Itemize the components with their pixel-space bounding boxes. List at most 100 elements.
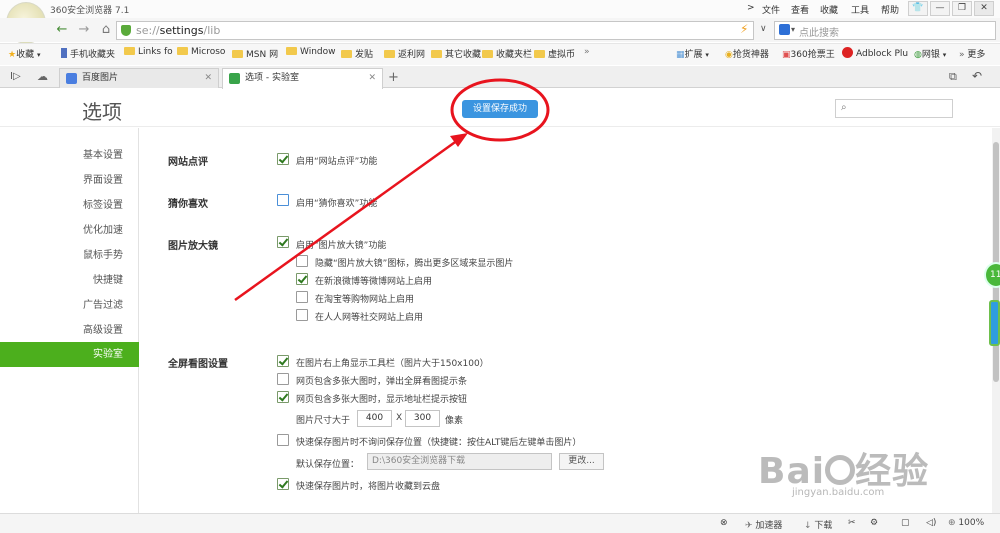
close-tab-icon[interactable]: ✕ bbox=[204, 69, 212, 87]
fullscreen-prompt-label: 网页包含多张大图时，弹出全屏看图提示条 bbox=[296, 377, 468, 387]
options-search-input[interactable]: ⌕ bbox=[835, 99, 953, 118]
unit-label: 像素 bbox=[445, 416, 464, 426]
undo-close-icon[interactable]: ↶ bbox=[972, 69, 982, 83]
side-widget-icon[interactable] bbox=[989, 300, 1000, 346]
sidebar-item-basic[interactable]: 基本设置 bbox=[0, 143, 139, 168]
bookmark-crypto[interactable]: 虚拟币 bbox=[534, 47, 575, 60]
ext-360-ticket[interactable]: ▣360抢票王 bbox=[782, 47, 835, 60]
magnifier-social-label: 在人人网等社交网站上启用 bbox=[315, 313, 424, 323]
bookmark-other[interactable]: 其它收藏 bbox=[431, 47, 481, 60]
menu-file[interactable]: 文件 bbox=[762, 3, 780, 16]
sidebar-item-lab[interactable]: 实验室 bbox=[0, 342, 139, 367]
height-input[interactable]: 300 bbox=[405, 410, 440, 427]
sound-icon[interactable]: ◁) bbox=[926, 518, 936, 528]
status-image-icon[interactable]: ▢ bbox=[901, 518, 910, 528]
tab-list-icon[interactable]: ⧉ bbox=[949, 70, 957, 84]
menu-tools[interactable]: 工具 bbox=[851, 3, 869, 16]
search-icon: ⌕ bbox=[841, 102, 847, 113]
sidebar-item-optimize[interactable]: 优化加速 bbox=[0, 218, 139, 243]
status-tool-icon[interactable]: ✂ bbox=[848, 518, 856, 528]
watermark-url: jingyan.baidu.com bbox=[792, 487, 885, 498]
sidebar-item-gestures[interactable]: 鼠标手势 bbox=[0, 243, 139, 268]
sidebar-item-tabs[interactable]: 标签设置 bbox=[0, 193, 139, 218]
address-hint-label: 网页包含多张大图时，显示地址栏提示按钮 bbox=[296, 395, 468, 405]
magnifier-hide-icon-label: 隐藏“图片放大镜”图标，腾出更多区域来显示图片 bbox=[315, 259, 514, 269]
annotation-arrow-head bbox=[450, 133, 468, 147]
speed-ball-icon[interactable]: 11 bbox=[984, 262, 1000, 288]
bookmark-links[interactable]: Links fo bbox=[124, 47, 173, 57]
toolbar-checkbox[interactable] bbox=[277, 355, 289, 367]
extensions-menu[interactable]: ▦扩展 ▾ bbox=[676, 47, 709, 60]
ext-netbank[interactable]: ◍网银 ▾ bbox=[914, 47, 946, 60]
engine-dropdown-icon[interactable]: ▾ bbox=[791, 25, 795, 34]
accelerator-button[interactable]: ✈ 加速器 bbox=[745, 518, 782, 531]
menu-view[interactable]: 查看 bbox=[791, 3, 809, 16]
section-title-guess: 猜你喜欢 bbox=[168, 199, 208, 210]
title-bar bbox=[0, 0, 1000, 18]
sidebar-item-interface[interactable]: 界面设置 bbox=[0, 168, 139, 193]
magnifier-shopping-label: 在淘宝等购物网站上启用 bbox=[315, 295, 415, 305]
default-path-input[interactable]: D:\360安全浏览器下载 bbox=[367, 453, 552, 470]
tab-options-lab[interactable]: 选项 - 实验室 ✕ bbox=[222, 68, 383, 89]
bookmark-msn[interactable]: MSN 网 bbox=[232, 47, 278, 60]
sidebar-item-adfilter[interactable]: 广告过滤 bbox=[0, 293, 139, 318]
tab-baidu-images[interactable]: 百度图片 ✕ bbox=[59, 68, 219, 88]
download-button[interactable]: ↓ 下载 bbox=[804, 518, 832, 531]
magnifier-weibo-checkbox[interactable] bbox=[296, 273, 308, 285]
bookmarks-more-icon[interactable]: » bbox=[584, 47, 590, 57]
forward-arrow-icon[interactable]: → bbox=[74, 21, 94, 39]
home-icon[interactable]: ⌂ bbox=[96, 21, 116, 39]
sidebar-item-advanced[interactable]: 高级设置 bbox=[0, 318, 139, 343]
baidu-engine-icon[interactable] bbox=[779, 24, 790, 35]
sidebar-item-shortcuts[interactable]: 快捷键 bbox=[0, 268, 139, 293]
network-icon[interactable]: ⊗ bbox=[720, 518, 728, 528]
url-text: se://settings/lib bbox=[136, 24, 221, 37]
bookmark-favbar[interactable]: 收藏夹栏 bbox=[482, 47, 532, 60]
bookmark-mobile[interactable]: 手机收藏夹 bbox=[61, 47, 115, 60]
magnifier-hide-icon-checkbox[interactable] bbox=[296, 255, 308, 267]
change-path-button[interactable]: 更改... bbox=[559, 453, 604, 470]
zoom-level[interactable]: ⊕ 100% bbox=[948, 518, 984, 528]
address-hint-checkbox[interactable] bbox=[277, 391, 289, 403]
lightning-icon[interactable]: ⚡ bbox=[740, 22, 748, 36]
status-gear-icon[interactable]: ⚙ bbox=[870, 518, 878, 528]
restore-button[interactable]: ❐ bbox=[952, 1, 972, 16]
toolbar-label: 在图片右上角显示工具栏（图片大于150x100） bbox=[296, 359, 489, 369]
new-tab-icon[interactable]: + bbox=[388, 70, 399, 85]
bookmark-rebate[interactable]: 返利网 bbox=[384, 47, 425, 60]
magnifier-shopping-checkbox[interactable] bbox=[296, 291, 308, 303]
skin-icon[interactable]: 👕 bbox=[908, 1, 928, 16]
sidebar-toggle-icon[interactable]: I▷ bbox=[10, 71, 21, 82]
ext-grab-goods[interactable]: ◉抢货神器 bbox=[725, 47, 769, 60]
guess-checkbox[interactable] bbox=[277, 194, 289, 206]
fullscreen-prompt-checkbox[interactable] bbox=[277, 373, 289, 385]
menu-chevron-icon[interactable]: > bbox=[747, 3, 755, 13]
review-checkbox[interactable] bbox=[277, 153, 289, 165]
baidu-tab-icon bbox=[66, 73, 77, 84]
close-button[interactable]: ✕ bbox=[974, 1, 994, 16]
menu-help[interactable]: 帮助 bbox=[881, 3, 899, 16]
search-placeholder: 点此搜索 bbox=[799, 28, 839, 39]
save-success-toast: 设置保存成功 bbox=[462, 100, 538, 118]
magnifier-social-checkbox[interactable] bbox=[296, 309, 308, 321]
default-path-label: 默认保存位置： bbox=[296, 460, 360, 470]
dropdown-chevron-icon[interactable]: ∨ bbox=[760, 24, 767, 34]
cloud-save-label: 快速保存图片时，将图片收藏到云盘 bbox=[296, 482, 441, 492]
bookmark-favorites[interactable]: ★收藏 ▾ bbox=[8, 47, 40, 60]
cloud-icon[interactable]: ☁ bbox=[37, 70, 48, 83]
quick-save-checkbox[interactable] bbox=[277, 434, 289, 446]
close-tab-icon[interactable]: ✕ bbox=[368, 69, 376, 87]
section-title-review: 网站点评 bbox=[168, 157, 208, 168]
bookmark-post[interactable]: 发贴 bbox=[341, 47, 373, 60]
more-menu[interactable]: » 更多 bbox=[959, 47, 985, 60]
back-arrow-icon[interactable]: ← bbox=[52, 21, 72, 39]
minimize-button[interactable]: — bbox=[930, 1, 950, 16]
cloud-save-checkbox[interactable] bbox=[277, 478, 289, 490]
bookmark-microsoft[interactable]: Microso bbox=[177, 47, 225, 57]
magnifier-checkbox[interactable] bbox=[277, 236, 289, 248]
menu-favorites[interactable]: 收藏 bbox=[820, 3, 838, 16]
ext-adblock[interactable]: Adblock Plu bbox=[842, 47, 908, 59]
bookmark-windows[interactable]: Window bbox=[286, 47, 336, 57]
width-input[interactable]: 400 bbox=[357, 410, 392, 427]
app-title: 360安全浏览器 7.1 bbox=[50, 6, 130, 16]
